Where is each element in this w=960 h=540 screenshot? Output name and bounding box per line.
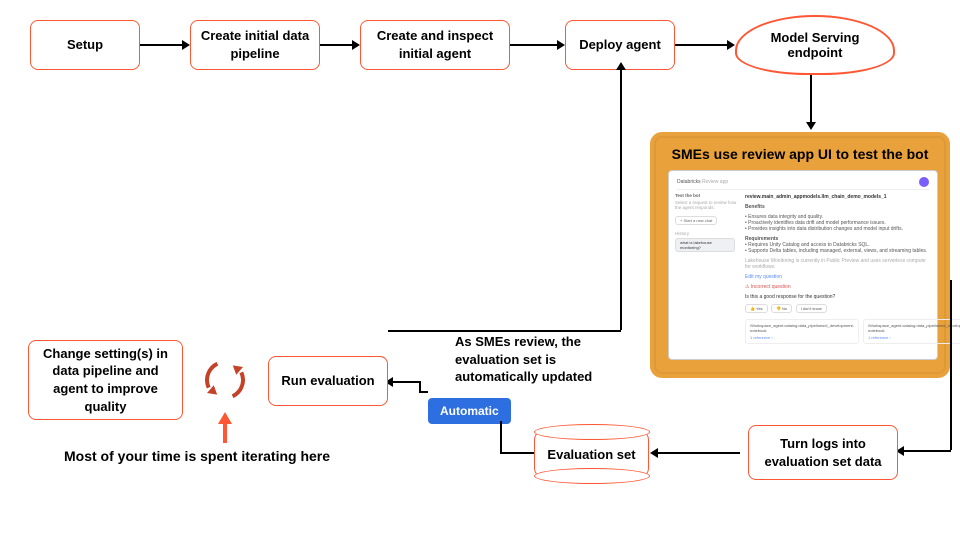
mock-history: History (675, 231, 737, 236)
mock-yes: Yes (756, 306, 763, 311)
mock-no: No (782, 306, 787, 311)
iterate-label: Most of your time is spent iterating her… (64, 448, 330, 464)
node-label: Create initial data pipeline (199, 27, 311, 62)
edge (675, 44, 727, 46)
edge (500, 421, 502, 453)
arrow-stem (223, 423, 227, 443)
mock-b3: Provides insights into data distribution… (748, 226, 903, 232)
node-label: Model Serving endpoint (747, 30, 883, 60)
mock-edit-link: Edit my question (745, 274, 929, 280)
mock-card: /Workspace_agent.catalog.data_pipelines/… (750, 323, 854, 333)
node-label: Setup (67, 36, 103, 54)
edge (950, 280, 952, 450)
edge (388, 330, 621, 332)
node-setup: Setup (30, 20, 140, 70)
node-label: Run evaluation (281, 372, 374, 390)
node-change-settings: Change setting(s) in data pipeline and a… (28, 340, 183, 420)
arrow-left-icon (650, 448, 658, 458)
node-eval-set: Evaluation set (534, 430, 649, 478)
mock-tab: Review app (702, 179, 728, 185)
mock-card: /Workspace_agent.catalog.data_pipelines/… (868, 323, 960, 333)
edge (510, 44, 557, 46)
node-label: Change setting(s) in data pipeline and a… (37, 345, 174, 415)
node-label: Evaluation set (547, 447, 635, 462)
sme-review-panel: SMEs use review app UI to test the bot D… (650, 132, 950, 378)
review-app-mock: Databricks Review app Test the bot Selec… (668, 170, 938, 360)
arrow-right-icon (557, 40, 565, 50)
edge (419, 381, 421, 392)
edge (320, 44, 352, 46)
edge (904, 450, 951, 452)
mock-left-sub: Select a request to review how the agent… (675, 200, 737, 210)
sme-note: As SMEs review, the evaluation set is au… (455, 333, 640, 386)
node-create-pipeline: Create initial data pipeline (190, 20, 320, 70)
mock-rate-q: Is this a good response for the question… (745, 294, 929, 300)
arrow-down-icon (806, 122, 816, 130)
avatar (919, 177, 929, 187)
node-label: Deploy agent (579, 36, 661, 54)
node-turn-logs: Turn logs into evaluation set data (748, 425, 898, 480)
edge (620, 70, 622, 330)
mock-idk: I don't know (801, 306, 822, 311)
arrow-up-icon (616, 62, 626, 70)
arrow-up-icon (218, 412, 232, 424)
edge (393, 381, 420, 383)
mock-left-heading: Test the bot (675, 193, 737, 198)
arrow-right-icon (352, 40, 360, 50)
edge (500, 452, 534, 454)
mock-r-footer: Lakehouse Monitoring is currently in Pub… (745, 258, 929, 270)
sme-panel-title: SMEs use review app UI to test the bot (668, 146, 932, 162)
node-create-agent: Create and inspect initial agent (360, 20, 510, 70)
edge (658, 452, 740, 454)
mock-model-path: review.main_admin_appmodels.llm_chain_de… (745, 194, 929, 200)
edge (810, 75, 812, 123)
mock-r2: Supports Delta tables, including managed… (748, 248, 927, 254)
node-endpoint: Model Serving endpoint (735, 15, 895, 75)
mock-app-name: Databricks (677, 179, 701, 185)
cycle-icon (199, 354, 250, 405)
node-run-eval: Run evaluation (268, 356, 388, 406)
mock-benefits-h: Benefits (745, 204, 929, 210)
mock-history-item: what is lakehouse monitoring? (675, 238, 735, 252)
badge-automatic: Automatic (428, 398, 511, 424)
node-label: Create and inspect initial agent (369, 27, 501, 62)
mock-warn: Incorrect question (751, 284, 791, 290)
arrow-right-icon (182, 40, 190, 50)
edge (140, 44, 182, 46)
node-label: Turn logs into evaluation set data (757, 435, 889, 470)
arrow-right-icon (727, 40, 735, 50)
